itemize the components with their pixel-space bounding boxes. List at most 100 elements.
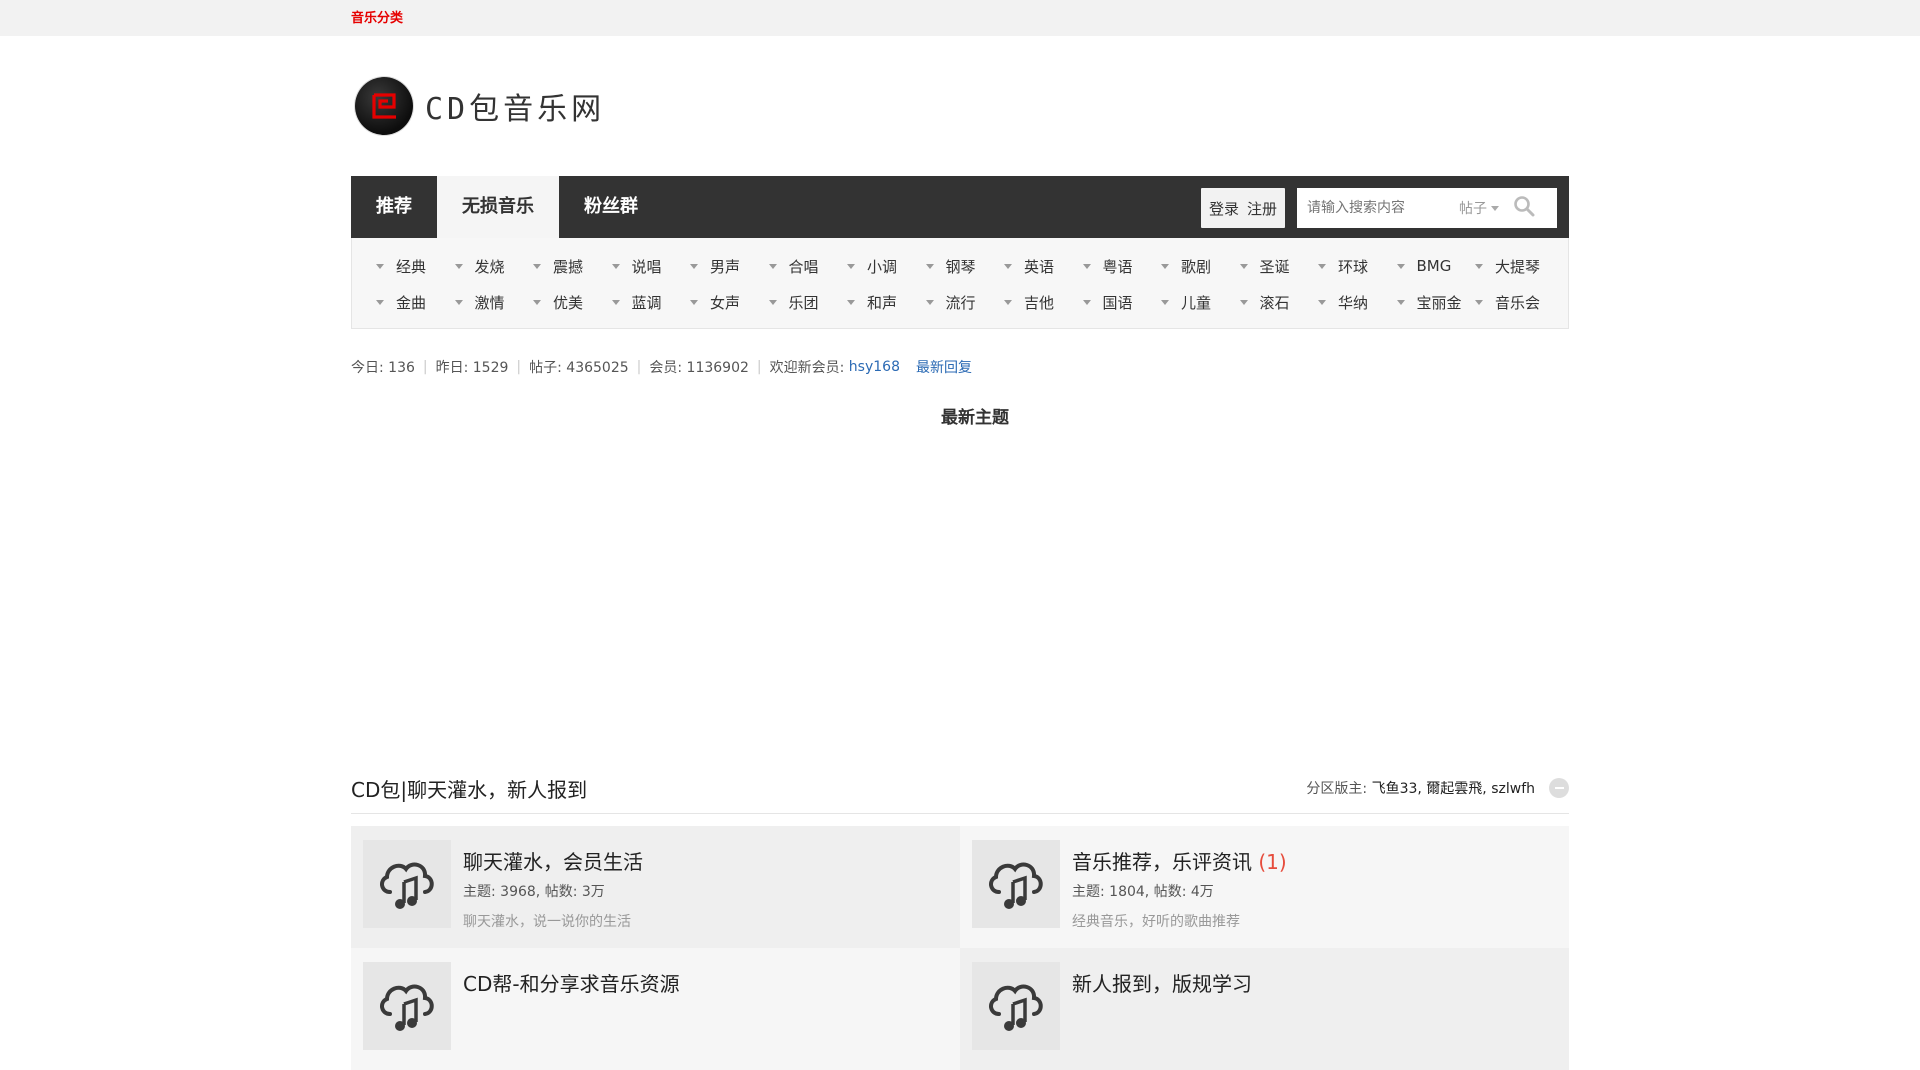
category-item[interactable]: 钢琴 <box>922 256 1001 277</box>
category-label: 宝丽金 <box>1416 293 1462 312</box>
category-item[interactable]: 华纳 <box>1314 292 1393 313</box>
new-member-link[interactable]: hsy168 <box>849 359 900 375</box>
moderators-label: 分区版主: <box>1306 781 1372 797</box>
category-item[interactable]: 激情 <box>451 292 530 313</box>
category-item[interactable]: 经典 <box>372 256 451 277</box>
logo-icon <box>355 77 413 135</box>
category-label: 大提琴 <box>1495 257 1541 276</box>
category-label: 优美 <box>553 293 584 312</box>
search-input[interactable] <box>1297 199 1459 217</box>
search-type-label: 帖子 <box>1459 201 1487 217</box>
chevron-down-icon <box>1318 263 1326 269</box>
category-item[interactable]: 大提琴 <box>1471 256 1550 277</box>
chevron-down-icon <box>925 263 934 269</box>
chevron-down-icon <box>768 299 777 305</box>
music-cloud-icon[interactable] <box>363 962 451 1050</box>
category-item[interactable]: 圣诞 <box>1236 256 1315 277</box>
chevron-down-icon <box>1396 263 1405 269</box>
category-label: 英语 <box>1024 257 1055 276</box>
forum-title[interactable]: 音乐推荐，乐评资讯 (1) <box>1072 846 1287 875</box>
category-item[interactable]: 男声 <box>686 256 765 277</box>
category-item[interactable]: 国语 <box>1079 292 1158 313</box>
category-item[interactable]: 蓝调 <box>608 292 687 313</box>
category-item[interactable]: 吉他 <box>1000 292 1079 313</box>
category-item[interactable]: 合唱 <box>765 256 844 277</box>
category-item[interactable]: 儿童 <box>1157 292 1236 313</box>
chevron-down-icon <box>1239 299 1248 305</box>
collapse-icon[interactable] <box>1549 778 1569 798</box>
section-title[interactable]: CD包|聊天灌水，新人报到 <box>351 774 587 803</box>
chevron-down-icon <box>847 299 855 305</box>
chevron-down-icon <box>533 263 541 269</box>
forum-meta: 主题: 1804, 帖数: 4万 <box>1072 884 1214 900</box>
stat-today: 今日: 136 <box>351 360 415 376</box>
category-item[interactable]: 环球 <box>1314 256 1393 277</box>
divider: | <box>756 359 762 375</box>
category-label: 和声 <box>867 293 898 312</box>
latest-reply-link[interactable]: 最新回复 <box>916 357 972 377</box>
chevron-down-icon <box>690 263 698 269</box>
forum-title[interactable]: CD帮-和分享求音乐资源 <box>463 968 680 997</box>
category-item[interactable]: 乐团 <box>765 292 844 313</box>
forum-title[interactable]: 聊天灌水，会员生活 <box>463 846 643 875</box>
category-label: 儿童 <box>1181 293 1212 312</box>
divider: | <box>636 359 642 375</box>
category-row: 金曲 激情 优美 蓝调 女声 乐团 和声 流行 吉他 国语 儿童 滚石 华纳 宝丽金 音乐会 <box>372 284 1568 320</box>
category-item[interactable]: 滚石 <box>1236 292 1315 313</box>
register-button[interactable]: 注册 <box>1243 198 1281 219</box>
search-type-select[interactable]: 帖子 <box>1459 198 1499 218</box>
site-logo[interactable]: CD包音乐网 <box>355 77 605 135</box>
search-icon[interactable] <box>1513 195 1535 221</box>
music-category-link[interactable]: 音乐分类 <box>351 11 403 26</box>
music-cloud-icon[interactable] <box>972 962 1060 1050</box>
category-item[interactable]: 粤语 <box>1079 256 1158 277</box>
category-item[interactable]: 音乐会 <box>1471 292 1550 313</box>
category-item[interactable]: 震撼 <box>529 256 608 277</box>
forum-title-text: CD帮-和分享求音乐资源 <box>463 972 680 996</box>
category-label: 环球 <box>1338 257 1369 276</box>
welcome-label: 欢迎新会员: <box>769 360 849 376</box>
category-item[interactable]: 发烧 <box>451 256 530 277</box>
chevron-down-icon <box>768 263 777 269</box>
category-item[interactable]: 小调 <box>843 256 922 277</box>
nav-item-fans[interactable]: 粉丝群 <box>559 176 663 238</box>
chevron-down-icon <box>454 263 463 269</box>
chevron-down-icon <box>1161 299 1169 305</box>
chevron-down-icon <box>376 299 384 305</box>
category-label: 乐团 <box>788 293 819 312</box>
chevron-down-icon <box>611 299 620 305</box>
music-cloud-icon[interactable] <box>972 840 1060 928</box>
category-label: 震撼 <box>553 257 584 276</box>
forum-title-text: 音乐推荐，乐评资讯 <box>1072 850 1252 874</box>
category-item[interactable]: 金曲 <box>372 292 451 313</box>
stat-members: 会员: 1136902 <box>649 360 749 376</box>
category-label: 粤语 <box>1102 257 1133 276</box>
category-item[interactable]: BMG <box>1393 257 1472 275</box>
login-button[interactable]: 登录 <box>1205 198 1243 219</box>
category-item[interactable]: 宝丽金 <box>1393 292 1472 313</box>
category-item[interactable]: 说唱 <box>608 256 687 277</box>
category-label: 女声 <box>710 293 741 312</box>
moderators-list[interactable]: 飞鱼33, 爾起雲飛, szlwfh <box>1372 778 1535 798</box>
divider: | <box>516 359 522 375</box>
category-item[interactable]: 优美 <box>529 292 608 313</box>
category-item[interactable]: 流行 <box>922 292 1001 313</box>
category-label: 蓝调 <box>631 293 662 312</box>
category-label: BMG <box>1416 257 1452 275</box>
forum-title[interactable]: 新人报到，版规学习 <box>1072 968 1252 997</box>
chevron-down-icon <box>1318 299 1326 305</box>
nav-item-recommend[interactable]: 推荐 <box>351 176 437 238</box>
category-item[interactable]: 和声 <box>843 292 922 313</box>
category-row: 经典 发烧 震撼 说唱 男声 合唱 小调 钢琴 英语 粤语 歌剧 圣诞 环球 BMG 大提琴 <box>372 248 1568 284</box>
chevron-down-icon <box>1161 263 1169 269</box>
category-item[interactable]: 英语 <box>1000 256 1079 277</box>
category-item[interactable]: 女声 <box>686 292 765 313</box>
nav-item-lossless[interactable]: 无损音乐 <box>437 176 559 238</box>
music-cloud-icon[interactable] <box>363 840 451 928</box>
forum-title-text: 新人报到，版规学习 <box>1072 972 1252 996</box>
category-panel: 经典 发烧 震撼 说唱 男声 合唱 小调 钢琴 英语 粤语 歌剧 圣诞 环球 BMG 大提琴 金曲 激情 优美 蓝… <box>351 238 1569 329</box>
chevron-down-icon <box>533 299 541 305</box>
stat-yesterday: 昨日: 1529 <box>435 360 509 376</box>
category-item[interactable]: 歌剧 <box>1157 256 1236 277</box>
chevron-down-icon <box>1004 299 1012 305</box>
